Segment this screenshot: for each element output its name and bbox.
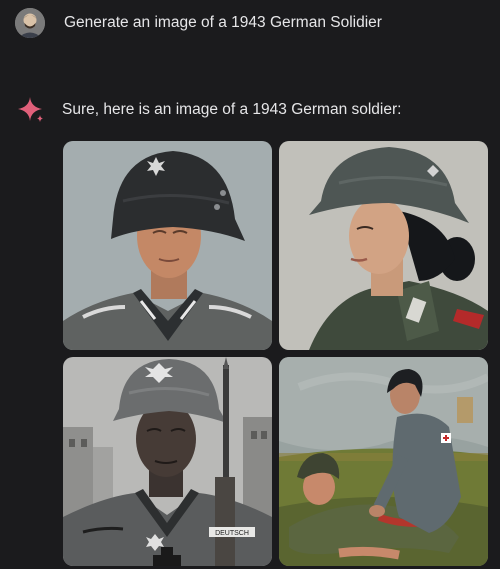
user-message-text: Generate an image of a 1943 German Solid… xyxy=(64,14,382,31)
generated-image-4[interactable] xyxy=(279,357,488,566)
generated-image-1[interactable] xyxy=(63,141,272,350)
generated-image-2[interactable] xyxy=(279,141,488,350)
assistant-message-text: Sure, here is an image of a 1943 German … xyxy=(62,101,402,118)
generated-image-grid: DEUTSCH xyxy=(63,141,488,566)
user-message-row: Generate an image of a 1943 German Solid… xyxy=(15,8,382,38)
generated-image-3[interactable]: DEUTSCH xyxy=(63,357,272,566)
user-avatar[interactable] xyxy=(15,8,45,38)
sparkle-icon xyxy=(17,96,45,124)
rifle-band-text: DEUTSCH xyxy=(215,530,249,537)
assistant-message-row: Sure, here is an image of a 1943 German … xyxy=(17,96,401,124)
